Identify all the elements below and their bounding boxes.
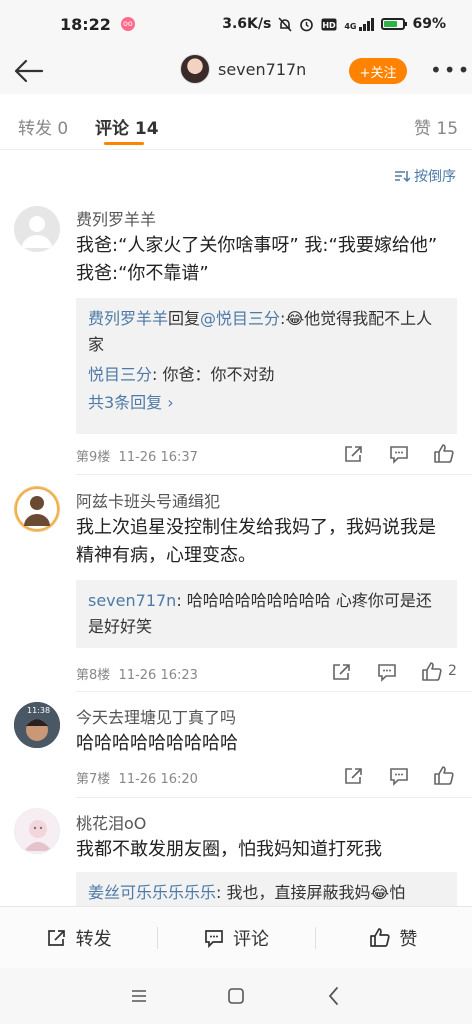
back-arrow-icon[interactable] (12, 56, 46, 86)
person-avatar-icon (15, 487, 59, 531)
like-icon (370, 927, 390, 947)
battery-icon (381, 18, 408, 30)
share-icon[interactable] (343, 444, 365, 464)
reply-box[interactable]: 费列罗羊羊回复@悦目三分:😂他觉得我配不上人家 悦目三分: 你爸：你不对劲 共3… (76, 298, 457, 434)
repost-icon (47, 929, 65, 946)
comment-label: 评论 (232, 928, 269, 950)
author-avatar[interactable] (180, 54, 210, 84)
sort-label: 按倒序 (414, 169, 456, 185)
reply-author[interactable]: seven717n (88, 591, 176, 610)
comment-meta: 第7楼 11-26 16:20 (76, 768, 198, 787)
divider (76, 797, 472, 798)
tab-bar: 转发 0 评论 14 赞 15 (0, 96, 472, 150)
author-info[interactable]: seven717n (180, 54, 306, 84)
commenter-avatar[interactable]: 11:38 (14, 702, 60, 748)
floor-number: 第8楼 (76, 668, 111, 683)
commenter-name[interactable]: 阿兹卡班头号通缉犯 (76, 488, 220, 512)
alarm-icon (300, 18, 314, 31)
comment-bubble-icon[interactable] (376, 662, 398, 682)
status-bar: 18:22 oo 3.6K/s HD 4G 69% (0, 0, 472, 48)
comment-time: 11-26 16:23 (118, 668, 198, 683)
comment-bubble-icon[interactable] (388, 444, 410, 464)
thumbs-up-icon[interactable] (433, 444, 455, 464)
reply-line: 悦目三分: 你爸：你不对劲 (88, 362, 445, 388)
repost-button[interactable]: 转发 (0, 907, 157, 968)
comment-meta: 第9楼 11-26 16:37 (76, 446, 198, 465)
active-tab-indicator (104, 142, 144, 145)
reply-line: 费列罗羊羊回复@悦目三分:😂他觉得我配不上人家 (88, 306, 445, 358)
menu-icon[interactable] (127, 984, 151, 1008)
sort-icon (395, 171, 410, 183)
reply-text: : 你爸：你不对劲 (152, 365, 275, 384)
illustration-avatar-icon (24, 820, 52, 851)
thumbs-up-icon[interactable] (421, 662, 443, 682)
comment-text: 我都不敢发朋友圈，怕我妈知道打死我 (76, 839, 382, 860)
home-icon[interactable] (224, 984, 248, 1008)
floor-number: 第7楼 (76, 772, 111, 787)
share-icon[interactable] (343, 766, 365, 786)
system-nav-bar (0, 968, 472, 1024)
reply-author[interactable]: 费列罗羊羊 (88, 309, 168, 328)
view-more-replies-link[interactable]: 共3条回复 › (88, 390, 445, 416)
commenter-avatar[interactable] (14, 486, 60, 532)
comment-time: 11-26 16:20 (118, 772, 198, 787)
comment-bubble-icon[interactable] (388, 766, 410, 786)
bell-mute-icon (278, 16, 292, 32)
like-button[interactable]: 赞 (314, 907, 472, 968)
author-name[interactable]: seven717n (218, 60, 306, 79)
like-label: 赞 (399, 928, 418, 950)
svg-text:HD: HD (323, 21, 337, 30)
avatar-time-label: 11:38 (27, 706, 51, 715)
reply-verb: 回复 (168, 309, 201, 328)
net-speed: 3.6K/s (222, 16, 272, 32)
reply-box[interactable]: 姜丝可乐乐乐乐乐: 我也，直接屏蔽我妈😂怕 (76, 872, 457, 906)
top-header: seven717n +关注 ••• (0, 48, 472, 94)
default-avatar-icon (22, 216, 52, 248)
more-options-icon[interactable]: ••• (430, 58, 471, 82)
app-notification-icon: oo (120, 17, 135, 31)
commenter-avatar[interactable] (14, 206, 60, 252)
status-right: 3.6K/s HD 4G 69% (222, 16, 446, 32)
signal-icon: 4G (344, 17, 375, 31)
bottom-action-bar: 转发 评论 赞 (0, 906, 472, 968)
thumbs-up-icon[interactable] (433, 766, 455, 786)
commenter-avatar[interactable] (14, 808, 60, 854)
signal-label: 4G (344, 21, 357, 31)
commenter-name[interactable]: 费列罗羊羊 (76, 206, 156, 230)
divider (76, 691, 472, 692)
comment-text: 我上次追星没控制住发给我妈了，我妈说我是精神有病，心理变态。 (76, 517, 436, 566)
comment-text: 我爸:“人家火了关你啥事呀” 我:“我要嫁给他” 我爸:“你不靠谱” (76, 235, 438, 284)
hd-icon: HD (321, 18, 337, 30)
reply-box[interactable]: seven717n: 哈哈哈哈哈哈哈哈哈 心疼你可是还是好好笑 (76, 580, 457, 648)
battery-text: 69% (412, 16, 446, 32)
reply-author[interactable]: 姜丝可乐乐乐乐乐 (88, 883, 216, 902)
comment-text: 哈哈哈哈哈哈哈哈哈 (76, 733, 238, 754)
comment-icon (205, 929, 223, 948)
status-time: 18:22 (60, 14, 111, 34)
follow-button[interactable]: +关注 (349, 58, 407, 84)
like-count: 2 (448, 663, 457, 679)
divider (76, 474, 472, 475)
commenter-name[interactable]: 桃花泪oO (76, 810, 146, 834)
tab-likes[interactable]: 赞 15 (414, 114, 458, 139)
comment-item: 桃花泪oO 我都不敢发朋友圈，怕我妈知道打死我 姜丝可乐乐乐乐乐: 我也，直接屏… (0, 800, 472, 906)
back-icon[interactable] (322, 984, 346, 1008)
reply-text: : 我也，直接屏蔽我妈😂怕 (216, 883, 406, 902)
comment-meta: 第8楼 11-26 16:23 (76, 664, 198, 683)
reply-author[interactable]: 悦目三分 (88, 365, 152, 384)
tab-comments[interactable]: 评论 14 (95, 114, 159, 139)
repost-label: 转发 (75, 928, 112, 950)
sort-order-button[interactable]: 按倒序 (394, 166, 456, 186)
share-icon[interactable] (331, 662, 353, 682)
comment-button[interactable]: 评论 (157, 907, 314, 968)
tab-repost[interactable]: 转发 0 (18, 114, 68, 139)
comment-time: 11-26 16:37 (118, 450, 198, 465)
floor-number: 第9楼 (76, 450, 111, 465)
reply-mention[interactable]: @悦目三分 (200, 309, 280, 328)
commenter-name[interactable]: 今天去理塘见丁真了吗 (76, 704, 236, 728)
